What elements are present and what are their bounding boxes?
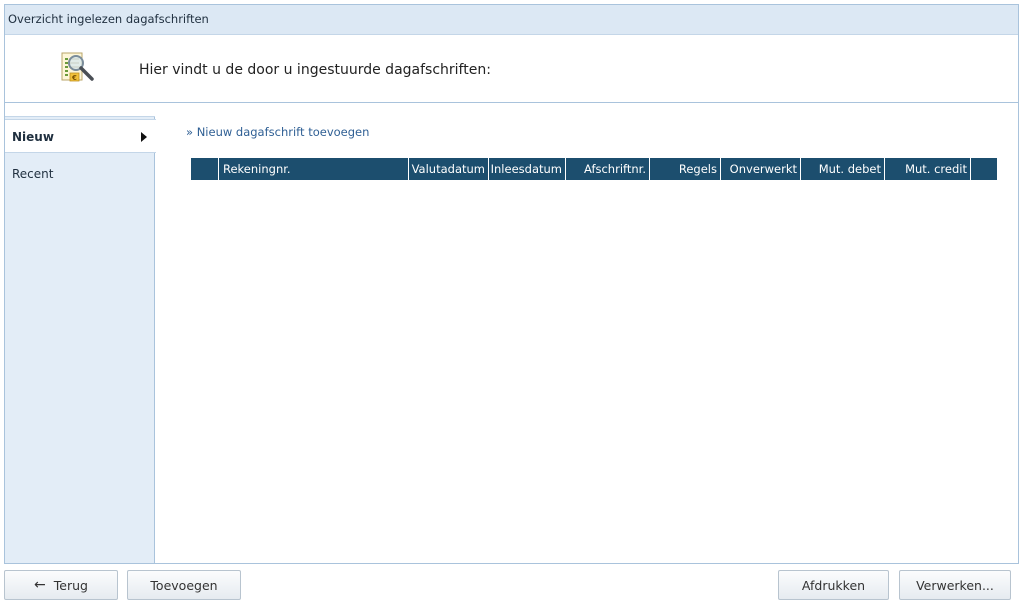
sidebar-item-label: Recent [12, 167, 54, 181]
sidebar-item-nieuw[interactable]: Nieuw [5, 119, 156, 153]
process-button-label: Verwerken... [916, 577, 994, 593]
add-button-label: Toevoegen [150, 577, 218, 593]
add-button[interactable]: Toevoegen [127, 570, 241, 600]
content-area: » Nieuw dagafschrift toevoegen Rekeningn… [156, 103, 1018, 563]
back-button-label: Terug [53, 577, 88, 593]
column-header-end [971, 158, 997, 180]
column-header-mut-credit[interactable]: Mut. credit [885, 158, 971, 180]
column-header-valutadatum[interactable]: Valutadatum [409, 158, 489, 180]
sidebar-item-recent[interactable]: Recent [5, 157, 155, 191]
table-header: Rekeningnr. Valutadatum Inleesdatum Afsc… [191, 158, 997, 180]
add-statement-link[interactable]: » Nieuw dagafschrift toevoegen [186, 125, 369, 139]
document-search-euro-icon: € [56, 49, 100, 93]
column-header-inleesdatum[interactable]: Inleesdatum [489, 158, 566, 180]
column-header-select[interactable] [191, 158, 219, 180]
svg-text:€: € [71, 74, 77, 82]
column-header-afschriftnr[interactable]: Afschriftnr. [566, 158, 650, 180]
arrow-left-icon: ← [34, 577, 46, 593]
process-button[interactable]: Verwerken... [899, 570, 1011, 600]
back-button[interactable]: ← Terug [4, 570, 118, 600]
chevron-right-icon [141, 132, 147, 142]
column-header-rekeningnr[interactable]: Rekeningnr. [219, 158, 409, 180]
print-button[interactable]: Afdrukken [778, 570, 889, 600]
column-header-regels[interactable]: Regels [650, 158, 721, 180]
column-header-mut-debet[interactable]: Mut. debet [801, 158, 885, 180]
page-header: € Hier vindt u de door u ingestuurde dag… [5, 35, 1018, 103]
sidebar: Nieuw Recent [5, 103, 156, 563]
column-header-onverwerkt[interactable]: Onverwerkt [721, 158, 801, 180]
main-window: Overzicht ingelezen dagafschriften € Hie… [4, 4, 1019, 564]
sidebar-item-label: Nieuw [12, 130, 54, 144]
sidebar-top-strip [5, 103, 155, 117]
print-button-label: Afdrukken [801, 577, 866, 593]
header-text: Hier vindt u de door u ingestuurde dagaf… [139, 62, 491, 78]
window-title: Overzicht ingelezen dagafschriften [5, 5, 1018, 35]
